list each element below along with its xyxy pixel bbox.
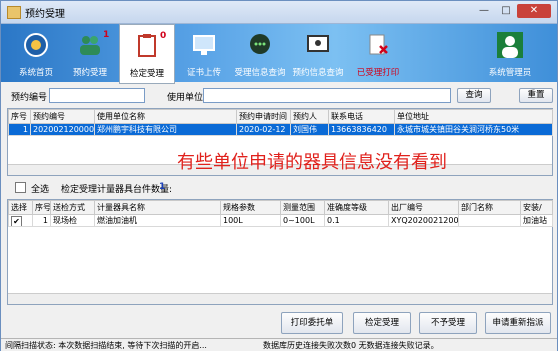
col-header: 预约编号 (30, 109, 95, 124)
col-header: 测量范围 (280, 200, 325, 215)
admin-icon (497, 32, 523, 58)
toolbar-label: 预约受理 (72, 68, 107, 78)
col-header: 联系电话 (328, 109, 395, 124)
cell: 永城市城关镇田谷关涧河桥东50米 (394, 123, 553, 136)
count-label: 检定受理计量器具台件数量: (61, 185, 173, 195)
doc-x-icon (369, 34, 388, 55)
monitor-icon (193, 35, 215, 55)
reject-button[interactable]: 不予受理 (419, 312, 477, 334)
cell: 0.1 (324, 214, 389, 227)
select-cell[interactable]: ✔ (8, 214, 33, 227)
toolbar-label: 系统首页 (18, 68, 53, 78)
cell: 现场检 (50, 214, 95, 227)
col-header: 出厂编号 (388, 200, 459, 215)
horizontal-scrollbar[interactable] (8, 293, 552, 304)
window-title: 预约受理 (25, 9, 65, 20)
annotation-text: 有些单位申请的器具信息没有看到 (177, 152, 447, 173)
cell: 1 (8, 123, 31, 136)
clipboard-icon (138, 34, 156, 57)
cell: XYQ20200212001 (388, 214, 459, 227)
query-button[interactable]: 查询 (457, 88, 491, 103)
home-gear-icon (24, 33, 48, 57)
cell: 2020-02-12 (236, 123, 291, 136)
col-header: 规格参数 (220, 200, 281, 215)
toolbar-admin[interactable]: 系统管理员 (479, 24, 541, 82)
toolbar-verification[interactable]: 0 检定受理 (119, 24, 175, 84)
search-bar: 预约编号 使用单位 查询 重置 (1, 85, 557, 105)
cell: 刘国伟 (290, 123, 329, 136)
col-header: 单位地址 (394, 109, 553, 124)
col-header: 序号 (32, 200, 51, 215)
selection-bar: 全选 检定受理计量器具台件数量: 1 (7, 177, 551, 195)
select-all-checkbox[interactable] (15, 182, 26, 193)
instrument-grid: 选择 序号 送检方式 计量器具名称 规格参数 测量范围 准确度等级 出厂编号 部… (7, 199, 553, 305)
toolbar-label: 已受理打印 (356, 68, 400, 78)
toolbar-accept-query[interactable]: 受理信息查询 (233, 24, 287, 82)
app-window: 预约受理 — □ ✕ 系统首页 1 预约受理 0 检定受理 证书上传 受理信息查… (0, 0, 558, 351)
cell: 100L (220, 214, 281, 227)
main-toolbar: 系统首页 1 预约受理 0 检定受理 证书上传 受理信息查询 预约信息查询 已受… (1, 24, 557, 84)
db-status: 数据库历史连接失败次数0 无数据连接失败记录。 (263, 341, 439, 350)
booking-no-input[interactable] (49, 88, 145, 103)
col-header: 序号 (8, 109, 31, 124)
accept-button[interactable]: 检定受理 (353, 312, 411, 334)
status-bar: 间隔扫描状态: 本次数据扫描结束, 等待下次扫描的开启... 数据库历史连接失败… (1, 338, 557, 351)
print-button[interactable]: 打印委托单 (281, 312, 343, 334)
cell (458, 214, 521, 227)
booking-grid-header: 序号 预约编号 使用单位名称 预约申请时间 预约人 联系电话 单位地址 (8, 109, 553, 124)
table-row[interactable]: ✔ 1 现场检 燃油加油机 100L 0~100L 0.1 XYQ2020021… (8, 214, 553, 227)
cell: 1 (32, 214, 51, 227)
instrument-grid-header: 选择 序号 送检方式 计量器具名称 规格参数 测量范围 准确度等级 出厂编号 部… (8, 200, 553, 215)
count-value: 1 (159, 182, 166, 192)
reassign-button[interactable]: 申请重新指派 (485, 312, 551, 334)
unit-input[interactable] (203, 88, 451, 103)
cell: 2020021200002 (30, 123, 95, 136)
verification-badge: 0 (160, 31, 167, 41)
toolbar-print[interactable]: 已受理打印 (351, 24, 405, 82)
title-bar: 预约受理 — □ ✕ (1, 1, 557, 24)
reset-button[interactable]: 重置 (519, 88, 553, 103)
chat-icon (250, 34, 270, 54)
row-checkbox[interactable]: ✔ (11, 216, 22, 226)
cell: 加油站 (520, 214, 553, 227)
close-button[interactable]: ✕ (517, 4, 551, 18)
booking-badge: 1 (103, 30, 110, 40)
toolbar-cert-upload[interactable]: 证书上传 (177, 24, 231, 82)
toolbar-label: 系统管理员 (488, 68, 532, 78)
col-header: 送检方式 (50, 200, 95, 215)
cell: 郑州鹏宇科技有限公司 (94, 123, 237, 136)
select-all-label: 全选 (31, 185, 50, 195)
toolbar-booking-query[interactable]: 预约信息查询 (291, 24, 345, 82)
col-header: 准确度等级 (324, 200, 389, 215)
col-header: 预约人 (290, 109, 329, 124)
toolbar-booking[interactable]: 1 预约受理 (63, 24, 117, 82)
action-bar: 打印委托单 检定受理 不予受理 申请重新指派 (1, 310, 557, 336)
app-icon (7, 6, 21, 19)
col-header: 使用单位名称 (94, 109, 237, 124)
toolbar-home[interactable]: 系统首页 (9, 24, 63, 82)
col-header: 部门名称 (458, 200, 521, 215)
toolbar-label: 证书上传 (186, 68, 221, 78)
cell: 燃油加油机 (94, 214, 221, 227)
screen-icon (307, 35, 329, 52)
col-header: 预约申请时间 (236, 109, 291, 124)
users-icon (80, 36, 100, 55)
toolbar-label: 检定受理 (129, 69, 164, 79)
table-row[interactable]: 1 2020021200002 郑州鹏宇科技有限公司 2020-02-12 刘国… (8, 123, 553, 136)
booking-no-label: 预约编号 (11, 93, 48, 103)
unit-label: 使用单位 (167, 93, 204, 103)
col-header: 计量器具名称 (94, 200, 221, 215)
toolbar-label: 受理信息查询 (234, 68, 286, 78)
minimize-button[interactable]: — (475, 4, 493, 18)
maximize-button[interactable]: □ (497, 4, 515, 18)
cell: 13663836420 (328, 123, 395, 136)
cell: 0~100L (280, 214, 325, 227)
col-header: 安装/ (520, 200, 553, 215)
col-header: 选择 (8, 200, 33, 215)
toolbar-label: 预约信息查询 (292, 68, 344, 78)
scan-status: 间隔扫描状态: 本次数据扫描结束, 等待下次扫描的开启... (5, 341, 207, 350)
